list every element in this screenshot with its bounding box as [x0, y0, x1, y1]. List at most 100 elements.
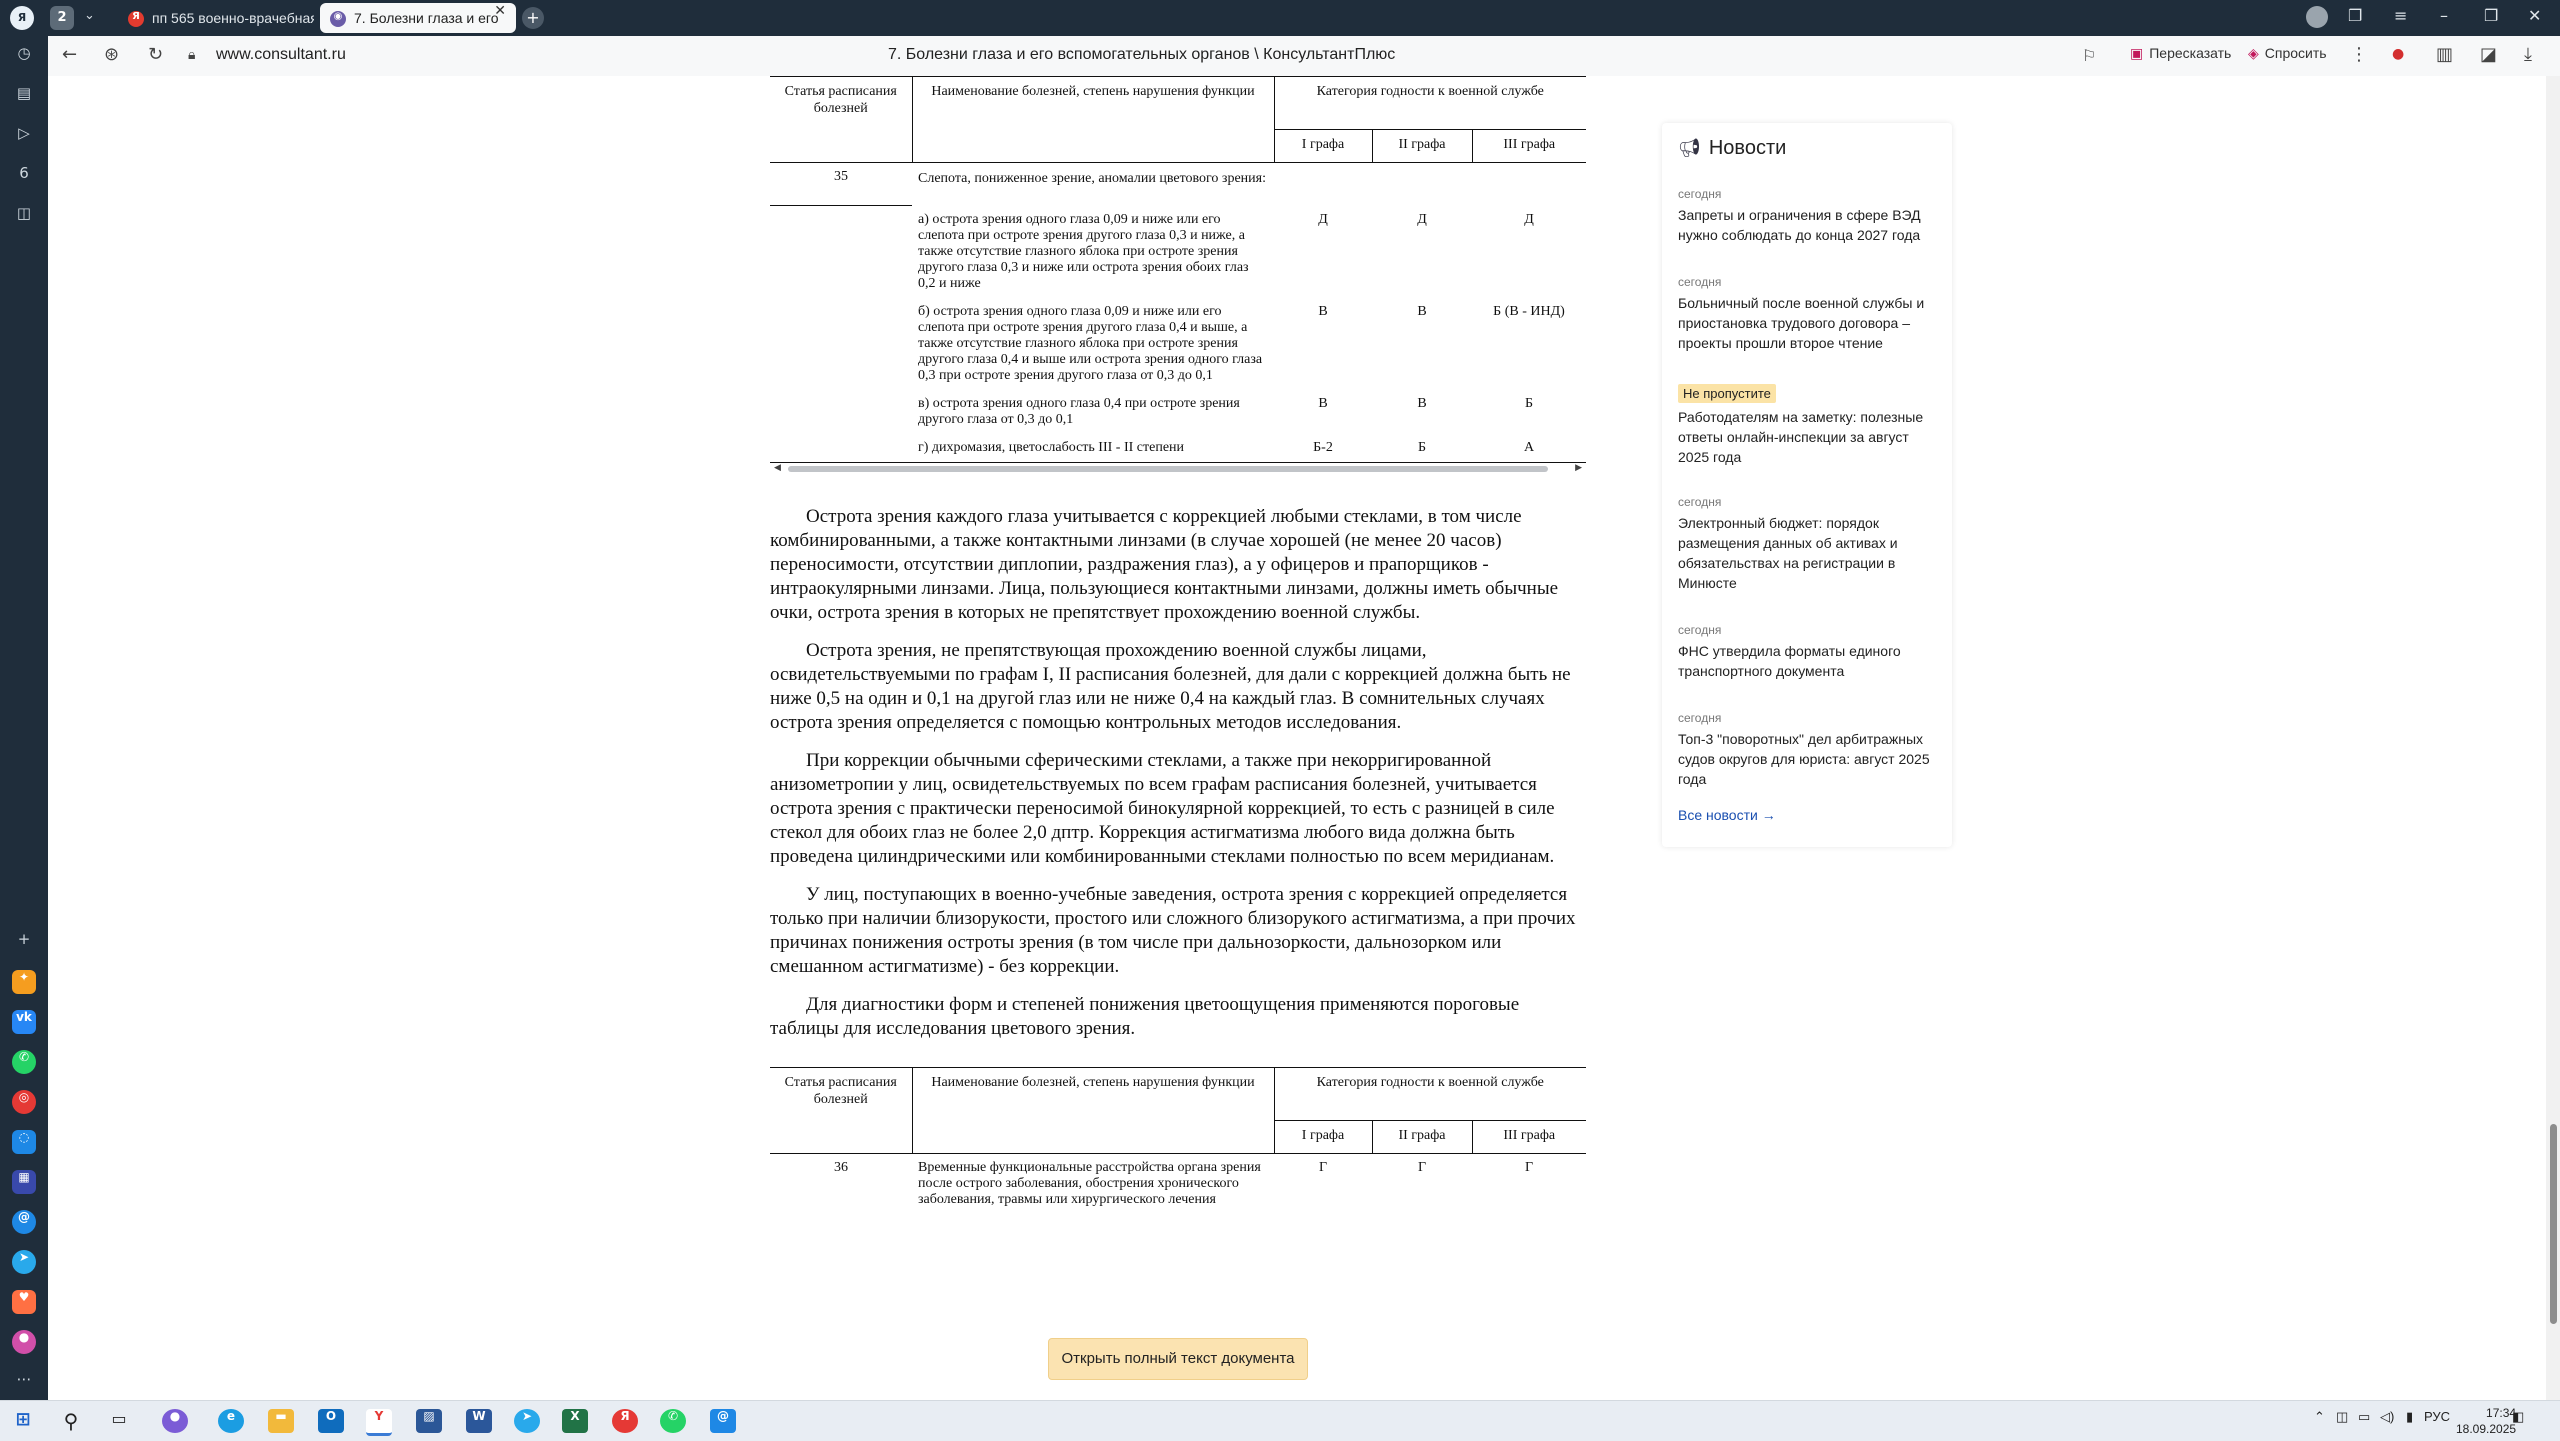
mail-at-icon[interactable]: @: [12, 1210, 36, 1234]
download-icon[interactable]: ⤓: [2524, 44, 2532, 65]
table-horizontal-scrollbar[interactable]: ◀ ▶: [770, 461, 1586, 475]
page-vertical-scrollbar[interactable]: [2546, 76, 2560, 1400]
page-title[interactable]: 7. Болезни глаза и его вспомогательных о…: [888, 46, 1395, 64]
news-text[interactable]: Работодателям на заметку: полезные ответ…: [1678, 409, 1923, 465]
history-icon[interactable]: ◷: [12, 44, 36, 68]
header-name: Наименование болезней, степень нарушения…: [911, 76, 1274, 163]
news-text[interactable]: Больничный после военной службы и приост…: [1678, 295, 1924, 351]
scroll-left-icon[interactable]: ◀: [774, 463, 781, 473]
edge-icon[interactable]: e: [218, 1409, 244, 1433]
news-date: сегодня: [1678, 623, 1722, 637]
row-intro: Слепота, пониженное зрение, аномалии цве…: [918, 171, 1266, 186]
excel-icon[interactable]: X: [562, 1409, 588, 1433]
news-text[interactable]: Топ-3 "поворотных" дел арбитражных судов…: [1678, 731, 1930, 787]
add-icon[interactable]: +: [12, 930, 36, 954]
start-icon[interactable]: ⊞: [10, 1409, 36, 1433]
news-date: сегодня: [1678, 711, 1722, 725]
tray-chevron-up-icon[interactable]: ⌃: [2314, 1409, 2325, 1425]
scroll-right-icon[interactable]: ▶: [1575, 463, 1582, 473]
news-item[interactable]: Не пропустите Работодателям на заметку: …: [1678, 383, 1938, 467]
mail-at-icon[interactable]: @: [710, 1409, 736, 1433]
protect-icon[interactable]: ⊛: [104, 44, 119, 65]
app-heart-icon[interactable]: ♥: [12, 1290, 36, 1314]
tab-first[interactable]: Япп 565 военно-врачебная: [118, 3, 314, 33]
new-tab-button[interactable]: +: [522, 7, 544, 29]
lock-icon[interactable]: 🔒︎: [188, 47, 195, 63]
ask-icon: ◈: [2248, 45, 2259, 61]
back-icon[interactable]: ←: [62, 44, 77, 65]
tab-count-button[interactable]: 2: [50, 6, 74, 30]
number-six-icon[interactable]: 6: [12, 164, 36, 188]
more-icon[interactable]: ⋯: [12, 1370, 36, 1394]
news-text[interactable]: ФНС утвердила форматы единого транспортн…: [1678, 643, 1901, 679]
news-heading: 📢︎ Новости: [1678, 137, 1786, 160]
alice-icon[interactable]: ●: [12, 1330, 36, 1354]
search-icon[interactable]: ⚲: [58, 1409, 84, 1433]
news-text[interactable]: Запреты и ограничения в сфере ВЭД нужно …: [1678, 207, 1921, 243]
news-item[interactable]: сегодня ФНС утвердила форматы единого тр…: [1678, 623, 1938, 681]
restore-icon[interactable]: ❐: [2484, 6, 2498, 25]
cell-b-col1: В: [1318, 303, 1328, 319]
screenshot-icon[interactable]: ◫: [12, 204, 36, 228]
tray-volume-icon[interactable]: ◁): [2380, 1409, 2394, 1425]
collections-icon[interactable]: ▤: [12, 84, 36, 108]
extension-badge-icon[interactable]: ◪: [2480, 44, 2497, 65]
clock[interactable]: 17:34 18.09.2025: [2456, 1405, 2516, 1437]
news-item[interactable]: сегодня Запреты и ограничения в сфере ВЭ…: [1678, 187, 1938, 245]
minimize-icon[interactable]: –: [2440, 6, 2448, 25]
app-blue-icon[interactable]: ◌: [12, 1130, 36, 1154]
document: Статья расписания болезней Наименование …: [770, 76, 1636, 1214]
news-item[interactable]: сегодня Электронный бюджет: порядок разм…: [1678, 495, 1938, 593]
extension-icon[interactable]: ●: [2392, 46, 2404, 62]
task-view-icon[interactable]: ▭: [106, 1409, 132, 1433]
yandex-browser-icon[interactable]: Y: [366, 1409, 392, 1436]
menu-icon[interactable]: ≡: [2394, 6, 2407, 25]
news-item[interactable]: сегодня Больничный после военной службы …: [1678, 275, 1938, 353]
tray-power-icon[interactable]: ▮: [2406, 1409, 2413, 1425]
close-window-icon[interactable]: ✕: [2528, 6, 2541, 25]
more-vert-icon[interactable]: ⋮: [2350, 44, 2368, 65]
tray-network-icon[interactable]: ▭: [2358, 1409, 2370, 1425]
chevron-down-icon[interactable]: ⌄: [84, 8, 95, 23]
tray-app-icon[interactable]: ◫: [2336, 1409, 2348, 1425]
open-full-text-button[interactable]: Открыть полный текст документа: [1048, 1338, 1308, 1380]
browser-logo-icon[interactable]: Я: [10, 6, 34, 30]
app-grid-icon[interactable]: ▦: [12, 1170, 36, 1194]
language-indicator[interactable]: РУС: [2424, 1409, 2450, 1424]
cell-c-col3: Б: [1524, 395, 1534, 411]
notification-icon[interactable]: ◧: [2512, 1409, 2524, 1425]
whatsapp-icon[interactable]: ✆: [660, 1409, 686, 1433]
yandex-icon[interactable]: Я: [612, 1409, 638, 1433]
vk-icon[interactable]: vk: [12, 1010, 36, 1034]
news-item[interactable]: сегодня Топ-3 "поворотных" дел арбитражн…: [1678, 711, 1938, 789]
app-ring-icon[interactable]: ◎: [12, 1090, 36, 1114]
profile-avatar[interactable]: [2306, 6, 2328, 28]
app-icon-orange[interactable]: ✦: [12, 970, 36, 994]
play-icon[interactable]: ▷: [12, 124, 36, 148]
news-text[interactable]: Электронный бюджет: порядок размещения д…: [1678, 515, 1898, 591]
reload-icon[interactable]: ↻: [148, 44, 163, 65]
telegram-icon[interactable]: ➤: [12, 1250, 36, 1274]
explorer-icon[interactable]: ▬: [268, 1409, 294, 1433]
url-field[interactable]: www.consultant.ru: [216, 46, 346, 64]
collections-icon[interactable]: ❐: [2348, 6, 2362, 25]
all-news-link[interactable]: Все новости →: [1678, 807, 1776, 823]
tab-active[interactable]: ◉ 7. Болезни глаза и его ✕: [320, 3, 516, 33]
ask-button[interactable]: ◈ Спросить: [2248, 45, 2327, 62]
reader-icon[interactable]: ▥: [2436, 44, 2453, 65]
news-date: сегодня: [1678, 495, 1722, 509]
telegram-icon[interactable]: ➤: [514, 1409, 540, 1433]
scrollbar-thumb[interactable]: [788, 465, 1548, 472]
app-picture-icon[interactable]: ▨: [416, 1409, 442, 1433]
word-icon[interactable]: W: [466, 1409, 492, 1433]
header-col1: I графа: [1273, 129, 1372, 163]
clock-date: 18.09.2025: [2456, 1422, 2517, 1436]
paragraph-2: Острота зрения, не препятствующая прохож…: [770, 639, 1571, 733]
retell-button[interactable]: ▣ Пересказать: [2130, 45, 2231, 62]
whatsapp-icon[interactable]: ✆: [12, 1050, 36, 1074]
outlook-icon[interactable]: O: [318, 1409, 344, 1433]
close-icon[interactable]: ✕: [494, 3, 506, 19]
bookmark-icon[interactable]: ⚐: [2082, 46, 2096, 65]
alice-icon[interactable]: ●: [162, 1409, 188, 1433]
scrollbar-thumb[interactable]: [2550, 1124, 2557, 1324]
